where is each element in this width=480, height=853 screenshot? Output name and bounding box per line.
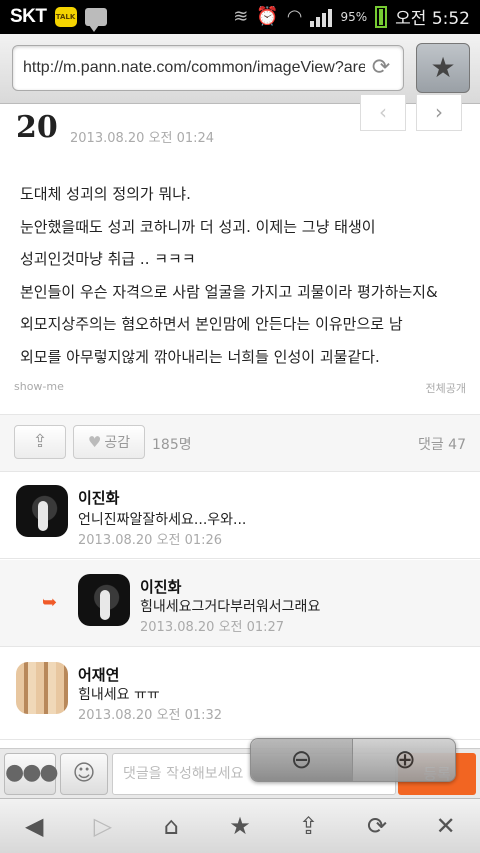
comment-author[interactable]: 어재연 [78, 664, 119, 685]
post-line: 성괴인것마냥 취급 .. ㅋㅋㅋ [20, 250, 196, 268]
comment-author[interactable]: 이진화 [140, 576, 181, 597]
heart-icon: ♥ [87, 433, 102, 451]
like-label: 공감 [104, 435, 131, 451]
post-line: 본인들이 우슨 자격으로 사람 얼굴을 가지고 괴물이라 평가하는지& [20, 282, 438, 301]
close-button[interactable]: ✕ [424, 804, 468, 848]
star-icon: ★ [430, 51, 456, 84]
post-date: 2013.08.20 오전 01:24 [70, 131, 215, 146]
like-count: 185명 [152, 437, 192, 453]
alarm-icon: ⏰ [256, 6, 279, 27]
chevron-left-icon: ‹ [379, 100, 387, 124]
comment-text: 힘내세요그거다부러워서그래요 [140, 599, 321, 615]
bookmark-button[interactable]: ★ [218, 804, 262, 848]
comment-date: 2013.08.20 오전 01:26 [78, 533, 223, 548]
favorite-button[interactable]: ★ [416, 43, 470, 93]
refresh-button[interactable]: ⟳ [355, 804, 399, 848]
comment-item: 이진화 언니진짜알잘하세요...우와... 2013.08.20 오전 01:2… [0, 473, 480, 559]
comment-date: 2013.08.20 오전 01:32 [78, 708, 223, 723]
chevron-right-icon: › [435, 100, 443, 124]
forward-button[interactable]: ▷ [81, 804, 125, 848]
avatar[interactable] [16, 662, 68, 714]
next-post-button[interactable]: › [416, 95, 462, 131]
clock: 오전 5:52 [395, 9, 470, 29]
status-bar: SKT TALK ≋ ⏰ ◠ 95% 오전 5:52 [0, 0, 480, 34]
post-number: 20 [16, 110, 58, 145]
refresh-icon: ⟳ [367, 812, 388, 840]
home-button[interactable]: ⌂ [149, 804, 193, 848]
share-page-button[interactable]: ⇪ [287, 804, 331, 848]
emoticon-icon: ☺ [72, 761, 96, 786]
url-text[interactable]: http://m.pann.nate.com/common/imageView?… [23, 59, 365, 77]
battery-percent: 95% [340, 9, 368, 24]
browser-url-bar: http://m.pann.nate.com/common/imageView?… [0, 34, 480, 104]
star-icon: ★ [229, 812, 251, 840]
emoticon-button[interactable]: ☺ [60, 753, 108, 795]
share-icon: ⇪ [298, 812, 319, 840]
post-actions: ⇪ ♥ 공감 185명 댓글 47 [0, 414, 480, 472]
comment-count[interactable]: 댓글 47 [418, 434, 466, 454]
comment-reply-item: ➥ 이진화 힘내세요그거다부러워서그래요 2013.08.20 오전 01:27 [0, 560, 480, 647]
zoom-out-icon: ⊖ [290, 745, 313, 775]
close-icon: ✕ [435, 812, 456, 840]
zoom-in-button[interactable]: ⊕ [354, 739, 456, 781]
zoom-out-button[interactable]: ⊖ [251, 739, 353, 781]
back-button[interactable]: ◀ [12, 804, 56, 848]
like-button[interactable]: ♥ 공감 [73, 425, 145, 459]
zoom-controls: ⊖ ⊕ [250, 738, 456, 782]
post-line: 외모지상주의는 혐오하면서 본인맘에 안든다는 이유만으로 남 [20, 315, 403, 333]
post-body: 도대체 성괴의 정의가 뭐냐. 눈안했을때도 성괴 코하니까 더 성괴. 이제는… [20, 178, 468, 373]
carrier-label: SKT [10, 6, 47, 27]
avatar[interactable] [16, 485, 68, 537]
wifi-icon: ◠ [286, 6, 303, 27]
avatar[interactable] [78, 574, 130, 626]
signal-icon [310, 7, 333, 27]
comment-text: 언니진짜알잘하세요...우와... [78, 512, 247, 528]
message-icon [84, 8, 107, 32]
vibrate-icon: ≋ [233, 6, 249, 27]
back-icon: ◀ [25, 812, 44, 840]
more-icon: ●●● [5, 760, 59, 785]
kakaotalk-icon: TALK [54, 7, 77, 27]
comment-text: 힘내세요 ㅠㅠ [78, 687, 160, 703]
more-button[interactable]: ●●● [4, 753, 59, 795]
post-line: 도대체 성괴의 정의가 뭐냐. [20, 185, 191, 203]
url-field[interactable]: http://m.pann.nate.com/common/imageView?… [12, 45, 404, 91]
browser-toolbar: ◀ ▷ ⌂ ★ ⇪ ⟳ ✕ [0, 798, 480, 853]
reply-arrow-icon: ➥ [42, 592, 58, 613]
post-author[interactable]: show-me [14, 380, 64, 393]
zoom-in-icon: ⊕ [394, 745, 416, 775]
comment-author[interactable]: 이진화 [78, 487, 119, 508]
post-line: 외모를 아무렇지않게 깎아내리는 너희들 인성이 괴물같다. [20, 347, 380, 366]
comment-date: 2013.08.20 오전 01:27 [140, 620, 285, 635]
share-icon: ⇪ [32, 431, 48, 452]
battery-icon [375, 5, 388, 28]
post-line: 눈안했을때도 성괴 코하니까 더 성괴. 이제는 그냥 태생이 [20, 217, 376, 236]
share-button[interactable]: ⇪ [14, 425, 66, 459]
prev-post-button[interactable]: ‹ [360, 95, 406, 131]
home-icon: ⌂ [163, 812, 180, 840]
comment-item: 어재연 힘내세요 ㅠㅠ 2013.08.20 오전 01:32 [0, 648, 480, 740]
post-visibility: 전체공개 [425, 382, 466, 395]
reload-icon[interactable]: ⟳ [367, 54, 395, 82]
forward-icon: ▷ [93, 812, 113, 840]
